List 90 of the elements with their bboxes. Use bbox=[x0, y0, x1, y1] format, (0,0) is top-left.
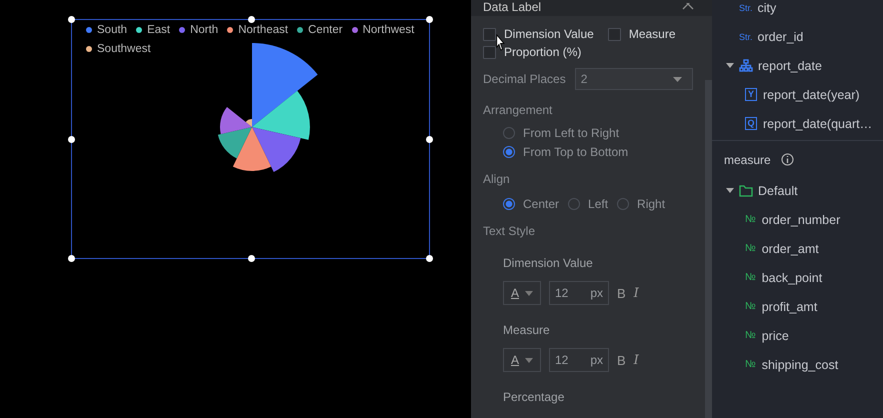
radio-button[interactable] bbox=[503, 198, 515, 210]
resize-handle[interactable] bbox=[68, 255, 75, 262]
radio-button[interactable] bbox=[503, 146, 515, 158]
number-type-icon: № bbox=[745, 359, 756, 370]
decimal-places-select[interactable]: 2 bbox=[574, 68, 693, 90]
italic-button[interactable]: I bbox=[634, 352, 639, 368]
field-item[interactable]: city bbox=[758, 0, 776, 14]
font-size-field[interactable]: 12 px bbox=[549, 281, 609, 305]
field-item[interactable]: report_date(quart… bbox=[763, 116, 872, 130]
legend-label[interactable]: Southwest bbox=[97, 42, 151, 56]
font-size-field[interactable]: 12 px bbox=[549, 348, 609, 372]
legend-label[interactable]: Northeast bbox=[238, 23, 288, 37]
rose-slice[interactable] bbox=[246, 119, 252, 127]
radio-button[interactable] bbox=[503, 127, 515, 139]
rose-slice[interactable] bbox=[220, 107, 252, 134]
field-item[interactable]: profit_amt bbox=[762, 300, 818, 314]
legend-label[interactable]: East bbox=[147, 23, 170, 37]
text-style-label: Measure bbox=[503, 323, 551, 337]
field-item[interactable]: order_id bbox=[758, 30, 804, 44]
radio-button[interactable] bbox=[568, 198, 580, 210]
resize-handle[interactable] bbox=[248, 255, 255, 262]
font-color-picker[interactable]: A bbox=[503, 348, 541, 372]
checkbox[interactable] bbox=[608, 28, 621, 40]
radio-button[interactable] bbox=[617, 198, 630, 210]
number-type-icon: № bbox=[745, 272, 756, 283]
legend-label[interactable]: Center bbox=[308, 23, 343, 37]
bold-button[interactable]: B bbox=[617, 286, 626, 300]
panel-title: Data Label bbox=[483, 1, 542, 14]
bold-button[interactable]: B bbox=[617, 352, 626, 368]
string-type-icon: Str. bbox=[739, 2, 753, 12]
resize-handle[interactable] bbox=[426, 255, 433, 262]
measure-header: measure bbox=[724, 152, 771, 166]
checkbox-label[interactable]: Measure bbox=[628, 27, 676, 41]
field-item[interactable]: order_amt bbox=[762, 242, 819, 256]
info-icon[interactable] bbox=[780, 153, 794, 166]
caret-icon bbox=[525, 290, 533, 296]
resize-handle[interactable] bbox=[248, 16, 255, 23]
number-type-icon: № bbox=[745, 330, 756, 341]
field-item[interactable]: report_date bbox=[758, 58, 822, 72]
resize-handle[interactable] bbox=[68, 16, 75, 23]
radio-label[interactable]: Left bbox=[588, 197, 608, 211]
field-item[interactable]: price bbox=[762, 328, 789, 342]
calendar-icon: Y bbox=[745, 88, 757, 101]
radio-label[interactable]: Center bbox=[523, 197, 560, 211]
folder-icon bbox=[739, 184, 753, 196]
section-label: Arrangement bbox=[483, 103, 554, 117]
number-type-icon: № bbox=[745, 301, 756, 312]
checkbox-label[interactable]: Dimension Value bbox=[504, 27, 594, 41]
rose-slice[interactable] bbox=[252, 90, 310, 140]
caret-icon bbox=[525, 358, 533, 362]
text-style-label: Dimension Value bbox=[503, 256, 594, 270]
selection-frame[interactable]: South East North Northeast Center Northwest Southwest bbox=[71, 19, 430, 259]
expand-caret-icon[interactable] bbox=[726, 63, 734, 68]
radio-label[interactable]: Right bbox=[637, 197, 666, 211]
decimal-places-label: Decimal Places bbox=[483, 72, 566, 86]
legend-label[interactable]: North bbox=[190, 23, 218, 37]
resize-handle[interactable] bbox=[426, 136, 433, 143]
rose-slice[interactable] bbox=[252, 127, 301, 172]
expand-caret-icon[interactable] bbox=[726, 188, 734, 193]
calendar-icon: Q bbox=[745, 117, 757, 130]
legend-label[interactable]: Northwest bbox=[362, 23, 414, 37]
field-item[interactable]: report_date(year) bbox=[763, 88, 860, 102]
resize-handle[interactable] bbox=[426, 16, 433, 23]
caret-icon bbox=[672, 76, 682, 82]
radio-label[interactable]: From Top to Bottom bbox=[523, 145, 628, 159]
section-label: Text Style bbox=[483, 224, 536, 238]
section-label: Align bbox=[483, 172, 511, 186]
field-item[interactable]: order_number bbox=[762, 212, 840, 226]
text-style-label: Percentage bbox=[503, 390, 566, 404]
font-color-picker[interactable]: A bbox=[503, 281, 541, 305]
close-icon[interactable] bbox=[682, 3, 694, 11]
italic-button[interactable]: I bbox=[634, 286, 639, 300]
number-type-icon: № bbox=[745, 214, 756, 225]
scrollbar[interactable] bbox=[705, 80, 712, 418]
resize-handle[interactable] bbox=[68, 136, 75, 143]
radio-label[interactable]: From Left to Right bbox=[523, 126, 620, 140]
string-type-icon: Str. bbox=[739, 32, 753, 42]
number-type-icon: № bbox=[745, 243, 756, 254]
rose-slice[interactable] bbox=[218, 127, 252, 158]
checkbox[interactable] bbox=[483, 28, 496, 40]
checkbox[interactable] bbox=[483, 46, 496, 58]
field-item[interactable]: shipping_cost bbox=[762, 358, 838, 372]
rose-slice[interactable] bbox=[252, 43, 318, 127]
legend-label[interactable]: South bbox=[97, 23, 128, 37]
folder-item[interactable]: Default bbox=[758, 184, 798, 198]
checkbox-label[interactable]: Proportion (%) bbox=[504, 45, 582, 59]
field-item[interactable]: back_point bbox=[762, 270, 822, 284]
hierarchy-icon bbox=[739, 59, 753, 72]
mouse-pointer-icon bbox=[496, 34, 505, 51]
rose-slice[interactable] bbox=[232, 127, 272, 171]
